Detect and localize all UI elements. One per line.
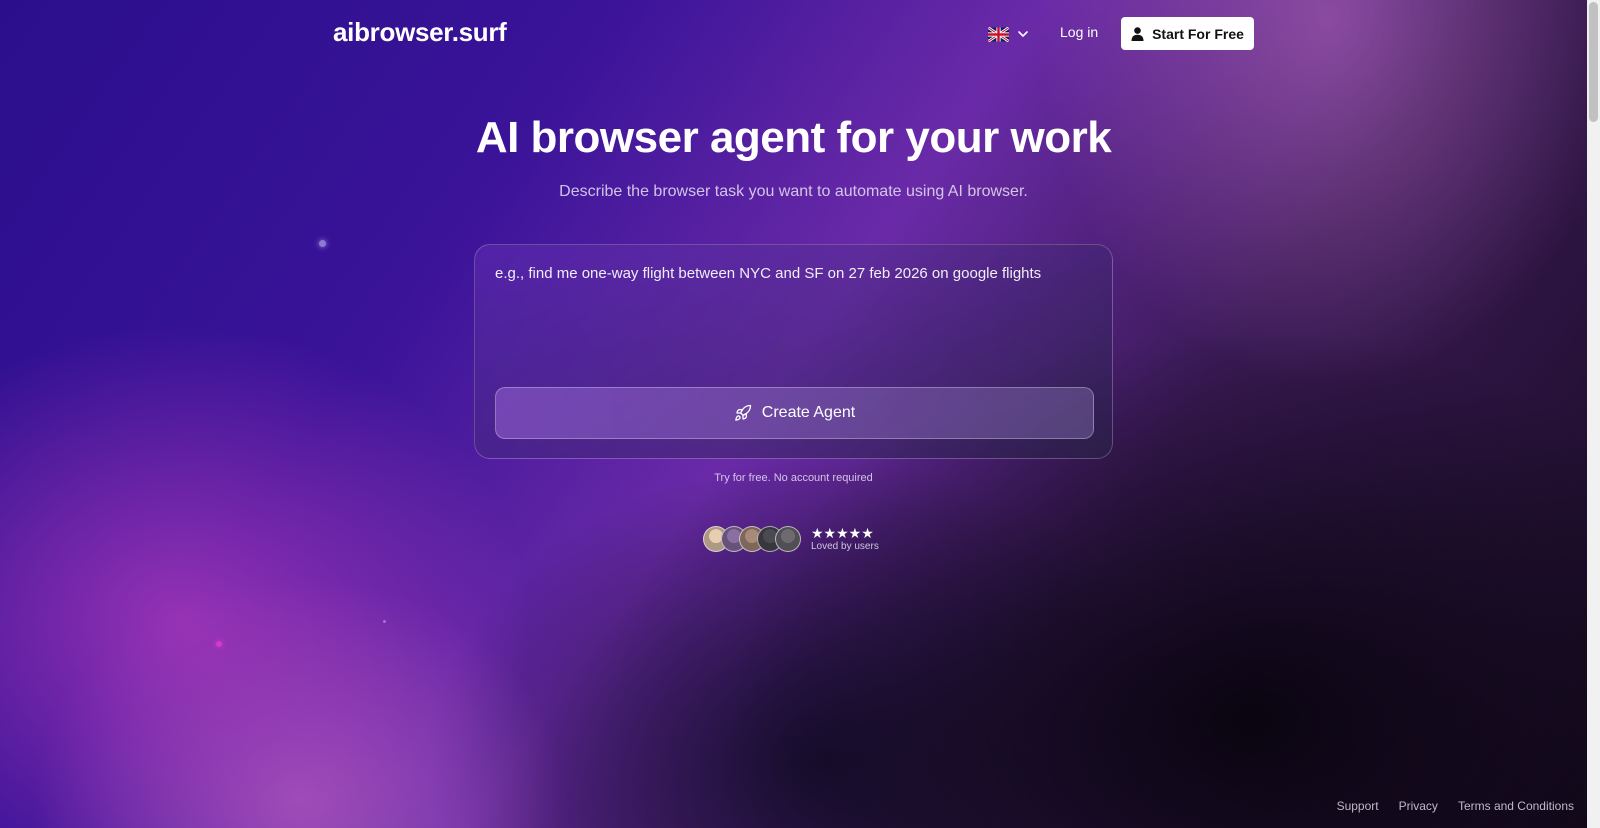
start-for-free-button[interactable]: Start For Free bbox=[1121, 17, 1254, 50]
rating: ★★★★★ Loved by users bbox=[811, 526, 879, 552]
user-avatar-5 bbox=[775, 526, 801, 552]
scrollbar-thumb[interactable] bbox=[1589, 2, 1598, 122]
user-avatars bbox=[703, 526, 801, 552]
decorative-dot bbox=[216, 641, 222, 647]
page-title: AI browser agent for your work bbox=[475, 113, 1112, 162]
login-link[interactable]: Log in bbox=[1060, 24, 1098, 40]
user-icon bbox=[1131, 26, 1144, 41]
scrollbar[interactable] bbox=[1587, 0, 1600, 828]
decorative-dot bbox=[319, 240, 326, 247]
create-agent-label: Create Agent bbox=[761, 404, 856, 421]
page-subtitle: Describe the browser task you want to au… bbox=[559, 183, 1028, 200]
free-trial-note: Try for free. No account required bbox=[714, 472, 873, 484]
rating-caption: Loved by users bbox=[811, 541, 879, 552]
footer-link-privacy[interactable]: Privacy bbox=[1399, 799, 1438, 813]
footer-link-terms-and-conditions[interactable]: Terms and Conditions bbox=[1458, 799, 1574, 813]
task-description-input[interactable] bbox=[495, 263, 1095, 373]
top-navigation: aibrowser.surf Log in Start For Free bbox=[0, 0, 1587, 66]
uk-flag-icon bbox=[988, 26, 1009, 42]
footer-link-support[interactable]: Support bbox=[1337, 799, 1379, 813]
five-star-rating: ★★★★★ bbox=[811, 525, 874, 541]
language-selector[interactable] bbox=[988, 24, 1029, 44]
rocket-icon bbox=[734, 404, 751, 421]
site-logo[interactable]: aibrowser.surf bbox=[333, 17, 507, 48]
decorative-dot bbox=[383, 620, 386, 623]
task-form-card: Create Agent bbox=[474, 244, 1113, 459]
footer-links: Support Privacy Terms and Conditions bbox=[1337, 799, 1574, 813]
social-proof: ★★★★★ Loved by users bbox=[703, 525, 879, 553]
start-for-free-label: Start For Free bbox=[1152, 25, 1244, 42]
chevron-down-icon bbox=[1018, 31, 1028, 37]
create-agent-button[interactable]: Create Agent bbox=[495, 387, 1094, 439]
